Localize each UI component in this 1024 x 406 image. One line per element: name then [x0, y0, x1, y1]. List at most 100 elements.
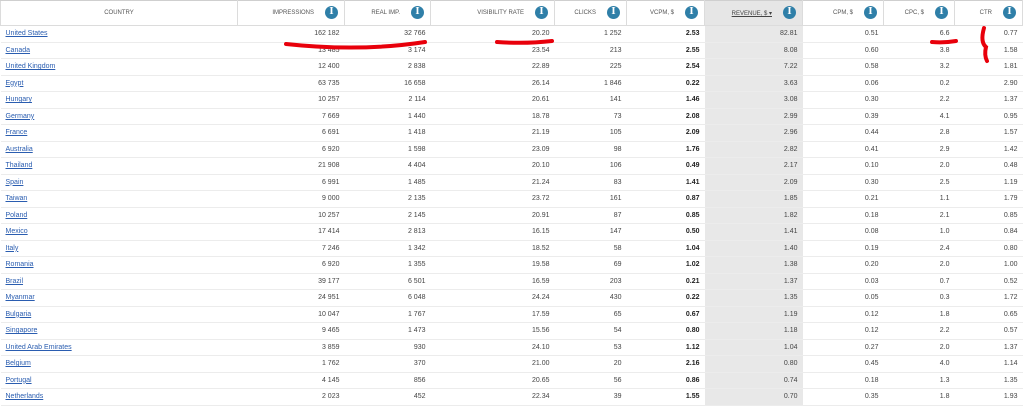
- cell-impressions: 6 691: [237, 124, 345, 142]
- cell-cpm: 0.08: [802, 223, 884, 241]
- cell-impressions: 24 951: [237, 289, 345, 307]
- cell-visibility-rate: 15.56: [430, 322, 555, 340]
- country-link[interactable]: Portugal: [6, 377, 32, 384]
- country-link[interactable]: Singapore: [6, 327, 38, 334]
- country-link[interactable]: United Kingdom: [6, 63, 56, 70]
- header-label: REAL IMP.: [371, 10, 400, 16]
- cell-real-imp: 1 473: [344, 322, 431, 340]
- header-visibility-rate[interactable]: VISIBILITY RATE i: [430, 0, 555, 26]
- cell-vcpm: 2.53: [626, 25, 705, 43]
- country-link[interactable]: Taiwan: [6, 195, 28, 202]
- country-link[interactable]: Australia: [6, 146, 33, 153]
- country-link[interactable]: Mexico: [6, 228, 28, 235]
- header-clicks[interactable]: CLICKS i: [554, 0, 627, 26]
- table-row: Portugal 4 145 856 20.65 56 0.86 0.74 0.18 1.3 1.…: [0, 372, 1023, 389]
- cell-cpm: 0.51: [802, 25, 884, 43]
- header-cpc[interactable]: CPC, $ i: [883, 0, 955, 26]
- table-header-row: COUNTRY IMPRESSIONS i REAL IMP. i VISIBILI…: [0, 0, 1023, 26]
- table-row: Romania 6 920 1 355 19.58 69 1.02 1.38 0.20 2.0 1…: [0, 256, 1023, 274]
- info-icon[interactable]: i: [1003, 6, 1016, 19]
- cell-real-imp: 1 598: [344, 141, 431, 158]
- cell-visibility-rate: 20.20: [430, 25, 555, 43]
- info-icon[interactable]: i: [411, 6, 424, 19]
- cell-country: Myanmar: [0, 289, 238, 307]
- country-link[interactable]: Romania: [6, 261, 34, 268]
- table-row: United States 162 182 32 766 20.20 1 252 2.53…: [0, 25, 1023, 43]
- cell-revenue: 1.82: [704, 207, 803, 224]
- country-link[interactable]: Germany: [6, 113, 35, 120]
- cell-country: Singapore: [0, 322, 238, 340]
- cell-clicks: 147: [554, 223, 627, 241]
- cell-ctr: 0.57: [954, 322, 1023, 340]
- cell-country: Netherlands: [0, 388, 238, 406]
- header-ctr[interactable]: CTR i: [954, 0, 1023, 26]
- cell-visibility-rate: 18.78: [430, 108, 555, 125]
- country-link[interactable]: United Arab Emirates: [6, 344, 72, 351]
- country-link[interactable]: Belgium: [6, 360, 31, 367]
- cell-clicks: 56: [554, 372, 627, 389]
- cell-cpc: 2.2: [883, 91, 955, 109]
- cell-clicks: 1 252: [554, 25, 627, 43]
- country-link[interactable]: Spain: [6, 179, 24, 186]
- cell-real-imp: 1 440: [344, 108, 431, 125]
- cell-revenue: 3.08: [704, 91, 803, 109]
- cell-ctr: 1.14: [954, 355, 1023, 373]
- cell-impressions: 6 920: [237, 256, 345, 274]
- cell-cpc: 2.1: [883, 207, 955, 224]
- cell-impressions: 12 400: [237, 58, 345, 76]
- country-link[interactable]: Egypt: [6, 80, 24, 87]
- cell-clicks: 83: [554, 174, 627, 191]
- country-link[interactable]: France: [6, 129, 28, 136]
- header-revenue[interactable]: REVENUE, $ ▾ i: [704, 0, 803, 26]
- header-cpm[interactable]: CPM, $ i: [802, 0, 884, 26]
- cell-real-imp: 3 174: [344, 42, 431, 59]
- cell-clicks: 54: [554, 322, 627, 340]
- header-vcpm[interactable]: vCPM, $ i: [626, 0, 705, 26]
- cell-clicks: 58: [554, 240, 627, 257]
- country-link[interactable]: Canada: [6, 47, 31, 54]
- cell-ctr: 1.19: [954, 174, 1023, 191]
- country-link[interactable]: Italy: [6, 245, 19, 252]
- info-icon[interactable]: i: [864, 6, 877, 19]
- cell-impressions: 39 177: [237, 273, 345, 290]
- cell-cpm: 0.18: [802, 372, 884, 389]
- cell-revenue: 1.85: [704, 190, 803, 208]
- info-icon[interactable]: i: [325, 6, 338, 19]
- cell-country: United Arab Emirates: [0, 339, 238, 356]
- cell-impressions: 1 762: [237, 355, 345, 373]
- country-link[interactable]: Hungary: [6, 96, 32, 103]
- cell-ctr: 1.37: [954, 339, 1023, 356]
- info-icon[interactable]: i: [535, 6, 548, 19]
- cell-real-imp: 856: [344, 372, 431, 389]
- info-icon[interactable]: i: [783, 6, 796, 19]
- info-icon[interactable]: i: [607, 6, 620, 19]
- cell-ctr: 0.95: [954, 108, 1023, 125]
- country-link[interactable]: Bulgaria: [6, 311, 32, 318]
- cell-vcpm: 0.86: [626, 372, 705, 389]
- country-link[interactable]: Thailand: [6, 162, 33, 169]
- country-link[interactable]: Netherlands: [6, 393, 44, 400]
- header-impressions[interactable]: IMPRESSIONS i: [237, 0, 345, 26]
- header-real-imp[interactable]: REAL IMP. i: [344, 0, 431, 26]
- country-link[interactable]: Brazil: [6, 278, 24, 285]
- country-link[interactable]: Myanmar: [6, 294, 35, 301]
- country-link[interactable]: Poland: [6, 212, 28, 219]
- cell-clicks: 106: [554, 157, 627, 175]
- cell-visibility-rate: 24.24: [430, 289, 555, 307]
- country-link[interactable]: United States: [6, 30, 48, 37]
- cell-cpc: 2.0: [883, 339, 955, 356]
- cell-cpc: 0.7: [883, 273, 955, 290]
- cell-visibility-rate: 21.19: [430, 124, 555, 142]
- header-country[interactable]: COUNTRY: [0, 0, 238, 26]
- info-icon[interactable]: i: [935, 6, 948, 19]
- cell-impressions: 3 859: [237, 339, 345, 356]
- cell-impressions: 6 991: [237, 174, 345, 191]
- cell-country: Canada: [0, 42, 238, 59]
- info-icon[interactable]: i: [685, 6, 698, 19]
- cell-impressions: 9 000: [237, 190, 345, 208]
- cell-cpc: 3.2: [883, 58, 955, 76]
- cell-ctr: 1.93: [954, 388, 1023, 406]
- cell-vcpm: 2.55: [626, 42, 705, 59]
- table-row: Poland 10 257 2 145 20.91 87 0.85 1.82 0.18 2.1 0…: [0, 207, 1023, 224]
- cell-country: Hungary: [0, 91, 238, 109]
